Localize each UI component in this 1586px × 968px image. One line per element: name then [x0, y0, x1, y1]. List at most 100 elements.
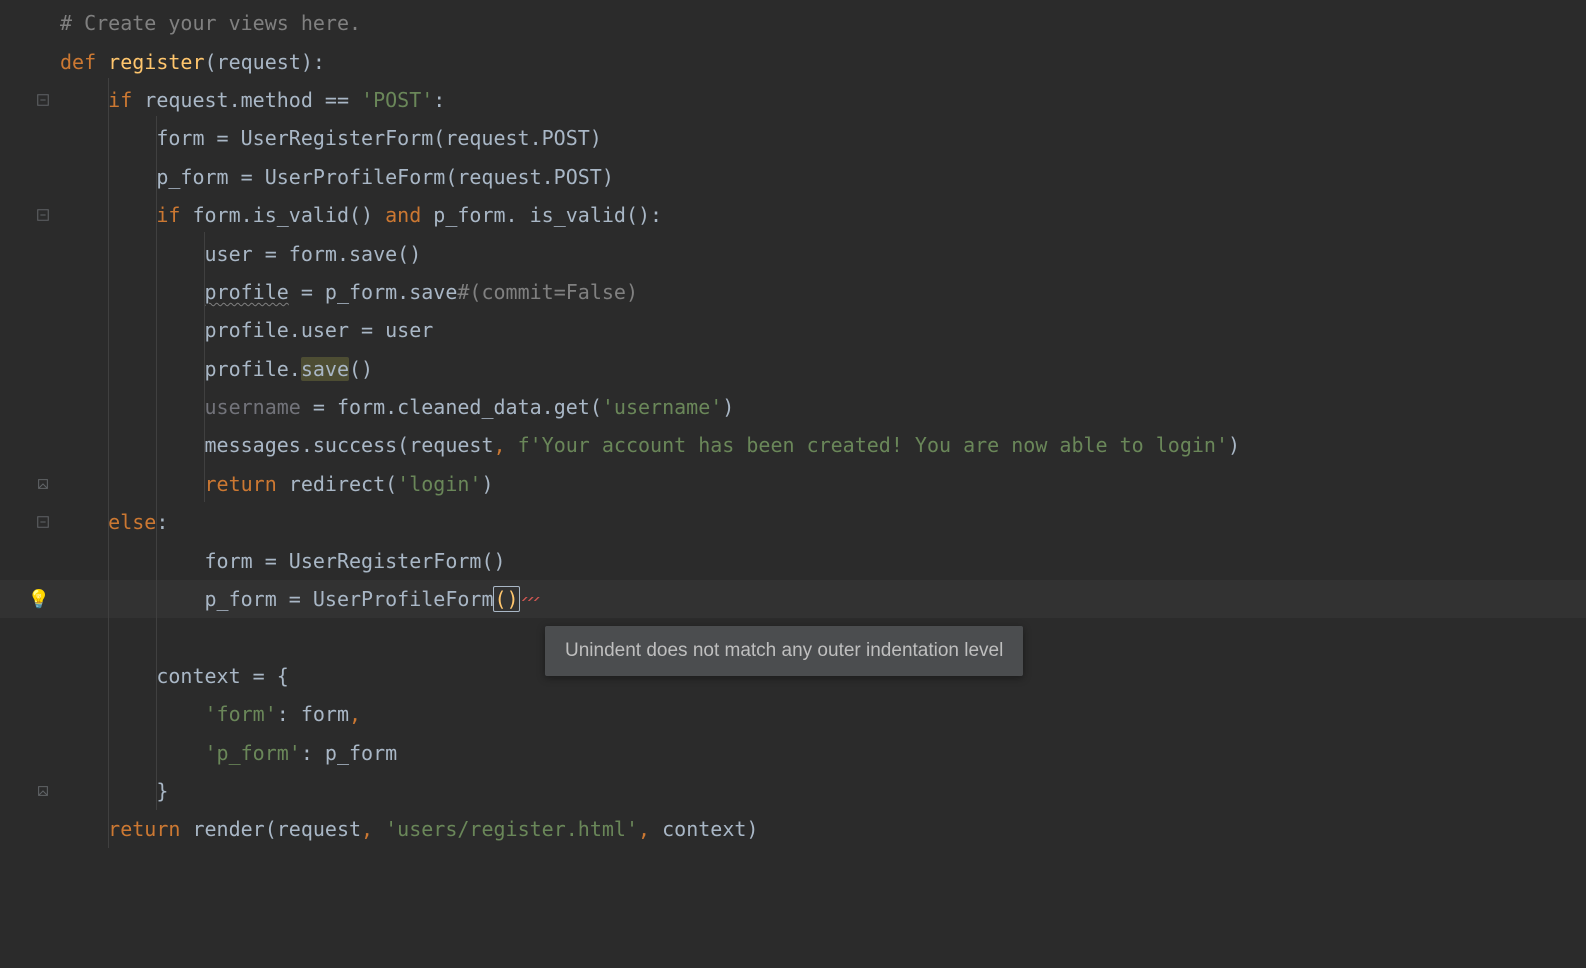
code-line[interactable]: else: — [0, 503, 1586, 541]
gutter — [0, 273, 60, 311]
code-line[interactable]: form = UserRegisterForm() — [0, 541, 1586, 579]
keyword: if — [156, 203, 192, 227]
code-line[interactable]: } — [0, 772, 1586, 810]
gutter — [0, 503, 60, 541]
fold-icon[interactable] — [36, 515, 50, 529]
code-line[interactable]: profile.user = user — [0, 311, 1586, 349]
indent — [60, 779, 156, 803]
string-literal: 'username' — [602, 395, 722, 419]
code-text: render(request — [192, 817, 361, 841]
gutter — [0, 42, 60, 80]
comma: , — [361, 817, 385, 841]
indent — [60, 126, 156, 150]
indent — [60, 203, 156, 227]
code-line[interactable]: messages.success(request, f'Your account… — [0, 426, 1586, 464]
string-literal: 'p_form' — [205, 741, 301, 765]
indent — [60, 165, 156, 189]
code-text: form.is_valid() — [192, 203, 385, 227]
gutter — [0, 234, 60, 272]
code-text: ) — [1228, 433, 1240, 457]
fold-end-icon[interactable] — [36, 477, 50, 491]
lightbulb-icon[interactable]: 💡 — [28, 589, 50, 610]
indent — [60, 433, 205, 457]
string-literal: f'Your account has been created! You are… — [518, 433, 1228, 457]
fold-icon[interactable] — [36, 208, 50, 222]
fold-end-icon[interactable] — [36, 784, 50, 798]
code-text: context = { — [156, 664, 288, 688]
indent — [60, 510, 108, 534]
underlined-identifier: profile — [205, 280, 289, 304]
indent — [60, 472, 205, 496]
gutter — [0, 81, 60, 119]
error-squiggle-icon — [522, 597, 540, 601]
gutter — [0, 196, 60, 234]
code-text: : — [433, 88, 445, 112]
highlighted-identifier: save — [301, 357, 349, 381]
code-line[interactable]: p_form = UserProfileForm(request.POST) — [0, 158, 1586, 196]
string-literal: 'login' — [397, 472, 481, 496]
gutter — [0, 426, 60, 464]
function-name: register — [108, 50, 204, 74]
indent — [60, 318, 205, 342]
code-line[interactable]: def register(request): — [0, 42, 1586, 80]
indent — [60, 664, 156, 688]
gutter — [0, 311, 60, 349]
code-text: form = UserRegisterForm(request.POST) — [156, 126, 602, 150]
code-line[interactable]: 'p_form': p_form — [0, 733, 1586, 771]
gutter: 💡 — [0, 580, 60, 618]
code-line[interactable]: return redirect('login') — [0, 465, 1586, 503]
code-text: p_form = UserProfileForm(request.POST) — [156, 165, 614, 189]
gutter — [0, 695, 60, 733]
code-text: } — [156, 779, 168, 803]
code-line[interactable]: if request.method == 'POST': — [0, 81, 1586, 119]
indent — [60, 702, 205, 726]
matched-parens: () — [493, 586, 519, 612]
keyword: if — [108, 88, 144, 112]
gutter — [0, 733, 60, 771]
code-text: user = form.save() — [205, 242, 422, 266]
gutter — [0, 657, 60, 695]
code-text: () — [349, 357, 373, 381]
code-line[interactable]: 'form': form, — [0, 695, 1586, 733]
unused-identifier: username — [205, 395, 301, 419]
indent — [60, 741, 205, 765]
indent — [60, 587, 205, 611]
keyword: return — [205, 472, 289, 496]
code-text: : form — [277, 702, 349, 726]
code-line[interactable]: form = UserRegisterForm(request.POST) — [0, 119, 1586, 157]
code-line[interactable]: username = form.cleaned_data.get('userna… — [0, 388, 1586, 426]
gutter — [0, 119, 60, 157]
code-editor[interactable]: # Create your views here. def register(r… — [0, 0, 1586, 968]
fold-icon[interactable] — [36, 93, 50, 107]
gutter — [0, 810, 60, 848]
keyword: return — [108, 817, 192, 841]
code-text: profile. — [205, 357, 301, 381]
code-line[interactable]: return render(request, 'users/register.h… — [0, 810, 1586, 848]
code-text: : p_form — [301, 741, 397, 765]
code-text: = form.cleaned_data.get( — [301, 395, 602, 419]
code-text: messages.success(request — [205, 433, 494, 457]
code-text: p_form. is_valid(): — [433, 203, 662, 227]
error-tooltip: Unindent does not match any outer indent… — [545, 626, 1023, 676]
code-text: request.method == — [144, 88, 361, 112]
comment-text: #(commit=False) — [457, 280, 638, 304]
indent — [60, 242, 205, 266]
indent — [60, 280, 205, 304]
indent — [60, 395, 205, 419]
comma: , — [349, 702, 361, 726]
code-text: redirect( — [289, 472, 397, 496]
string-literal: 'form' — [205, 702, 277, 726]
gutter — [0, 388, 60, 426]
code-line[interactable]: # Create your views here. — [0, 4, 1586, 42]
code-line[interactable]: profile.save() — [0, 350, 1586, 388]
gutter — [0, 350, 60, 388]
comma: , — [638, 817, 662, 841]
indent — [60, 88, 108, 112]
code-text: (request): — [205, 50, 325, 74]
code-line[interactable]: user = form.save() — [0, 234, 1586, 272]
code-line[interactable]: if form.is_valid() and p_form. is_valid(… — [0, 196, 1586, 234]
gutter — [0, 772, 60, 810]
gutter — [0, 541, 60, 579]
code-line-current[interactable]: 💡 p_form = UserProfileForm() — [0, 580, 1586, 618]
code-line[interactable]: profile = p_form.save#(commit=False) — [0, 273, 1586, 311]
